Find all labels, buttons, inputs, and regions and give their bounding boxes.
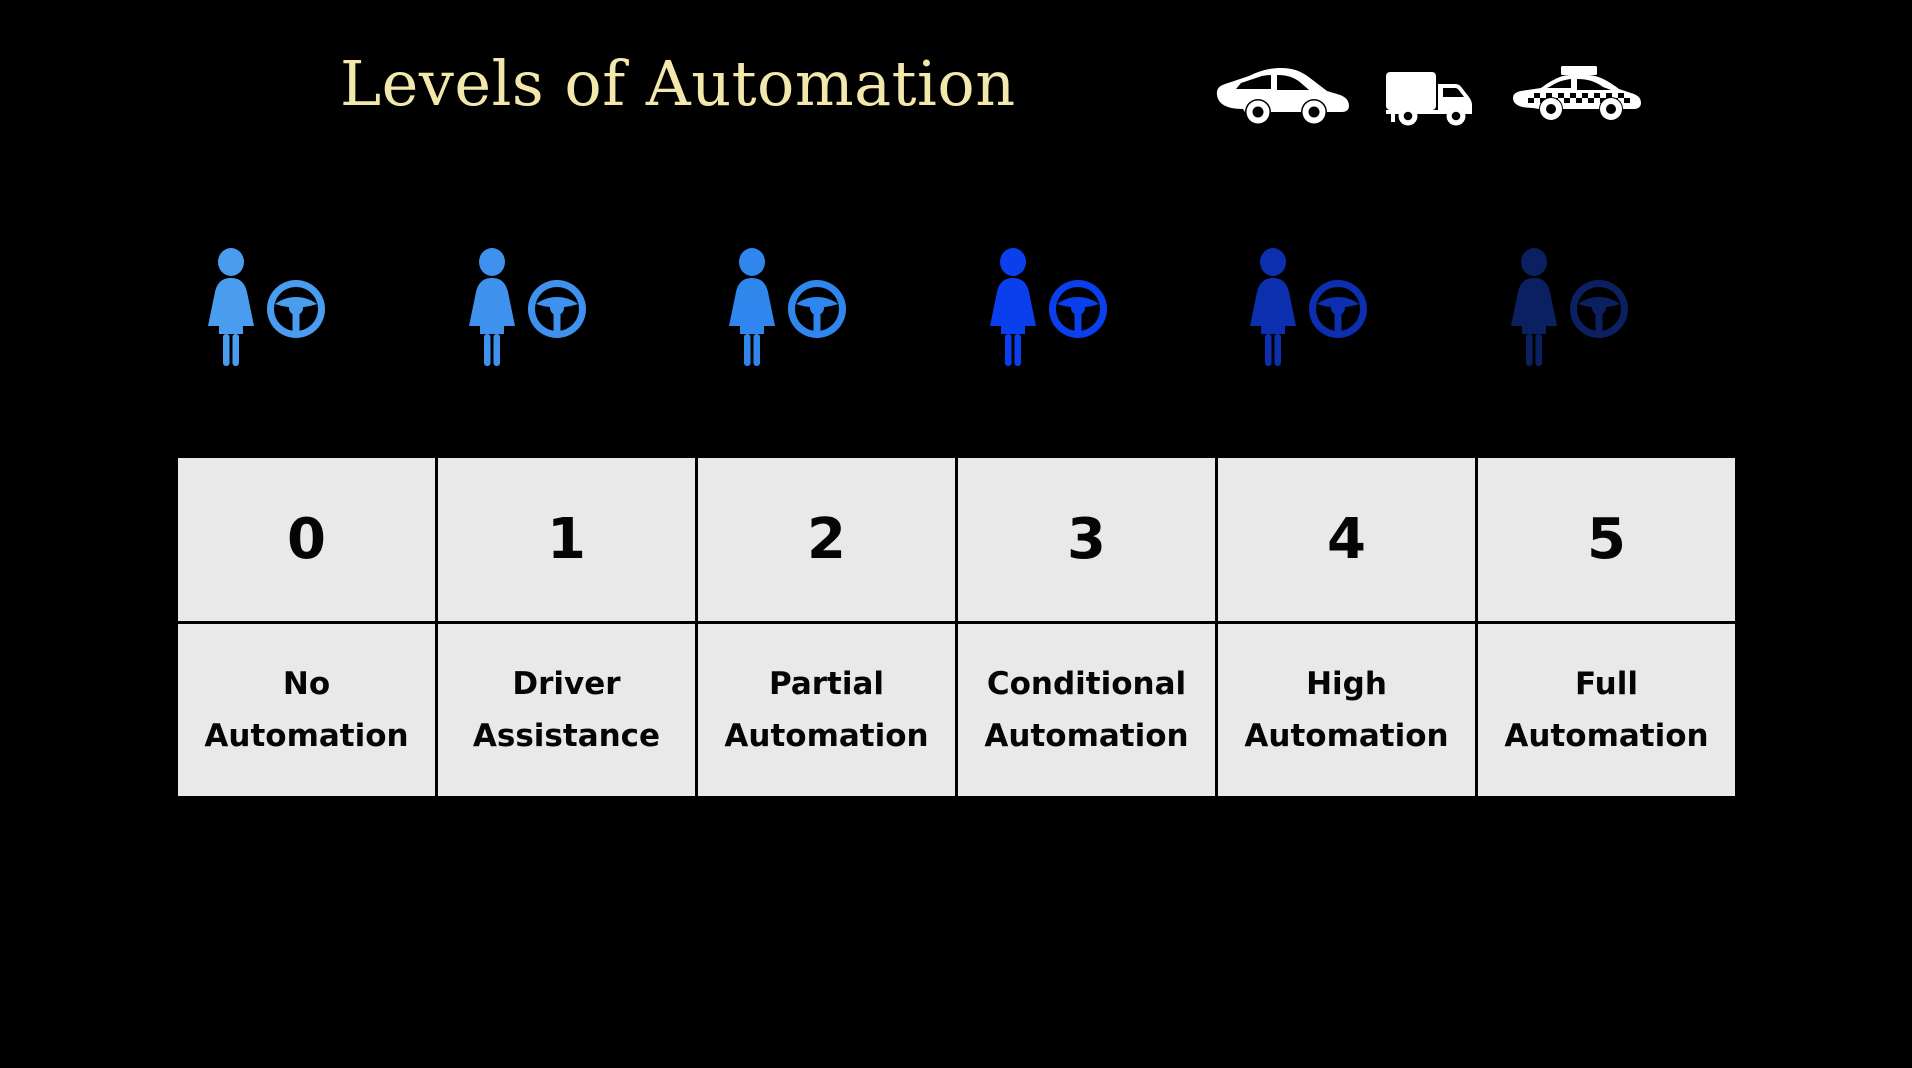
steering-wheel-icon — [1041, 248, 1109, 340]
person-icon — [464, 248, 520, 368]
level-name-cell-4: High Automation — [1215, 621, 1478, 799]
page-title: Levels of Automation — [340, 47, 1016, 120]
person-icon — [1245, 248, 1301, 368]
steering-wheel-icon — [1562, 248, 1630, 340]
figure-group-level-0 — [175, 248, 436, 393]
vehicle-icon-strip — [1215, 55, 1675, 135]
level-name-line2: Automation — [984, 718, 1189, 754]
table-row-level-numbers: 0 1 2 3 4 5 — [175, 455, 1738, 624]
taxi-icon — [1511, 64, 1643, 126]
level-number-cell-0: 0 — [175, 455, 438, 624]
figure-group-level-3 — [957, 248, 1218, 393]
figure-group-level-4 — [1217, 248, 1478, 393]
level-number-cell-1: 1 — [435, 455, 698, 624]
level-name-line2: Automation — [724, 718, 929, 754]
figure-group-level-2 — [696, 248, 957, 393]
level-name-line1: High — [1306, 666, 1387, 702]
level-name-line1: No — [282, 666, 331, 702]
figure-group-level-5 — [1478, 248, 1739, 393]
level-name-line2: Automation — [204, 718, 409, 754]
level-name-line1: Driver — [512, 666, 621, 702]
person-icon — [724, 248, 780, 368]
automation-figures-row — [175, 248, 1738, 393]
table-row-level-names: No Automation Driver Assistance Partial … — [175, 621, 1738, 799]
truck-icon — [1385, 64, 1477, 126]
person-icon — [203, 248, 259, 368]
level-name-cell-2: Partial Automation — [695, 621, 958, 799]
level-name-cell-1: Driver Assistance — [435, 621, 698, 799]
header: Levels of Automation — [0, 0, 1912, 160]
level-number-cell-4: 4 — [1215, 455, 1478, 624]
level-name-line1: Conditional — [986, 666, 1187, 702]
level-name-line1: Partial — [768, 666, 885, 702]
level-name-cell-0: No Automation — [175, 621, 438, 799]
car-icon — [1215, 65, 1351, 125]
level-name-line2: Automation — [1504, 718, 1709, 754]
steering-wheel-icon — [780, 248, 848, 340]
steering-wheel-icon — [259, 248, 327, 340]
level-name-cell-3: Conditional Automation — [955, 621, 1218, 799]
steering-wheel-icon — [1301, 248, 1369, 340]
figure-group-level-1 — [436, 248, 697, 393]
levels-of-automation-table: 0 1 2 3 4 5 No Automation Driver Assista… — [175, 455, 1738, 799]
level-number-cell-5: 5 — [1475, 455, 1738, 624]
level-name-line1: Full — [1575, 666, 1638, 702]
level-number-cell-3: 3 — [955, 455, 1218, 624]
level-number-cell-2: 2 — [695, 455, 958, 624]
person-icon — [1506, 248, 1562, 368]
person-icon — [985, 248, 1041, 368]
steering-wheel-icon — [520, 248, 588, 340]
level-name-cell-5: Full Automation — [1475, 621, 1738, 799]
level-name-line2: Assistance — [472, 718, 661, 754]
level-name-line2: Automation — [1244, 718, 1449, 754]
